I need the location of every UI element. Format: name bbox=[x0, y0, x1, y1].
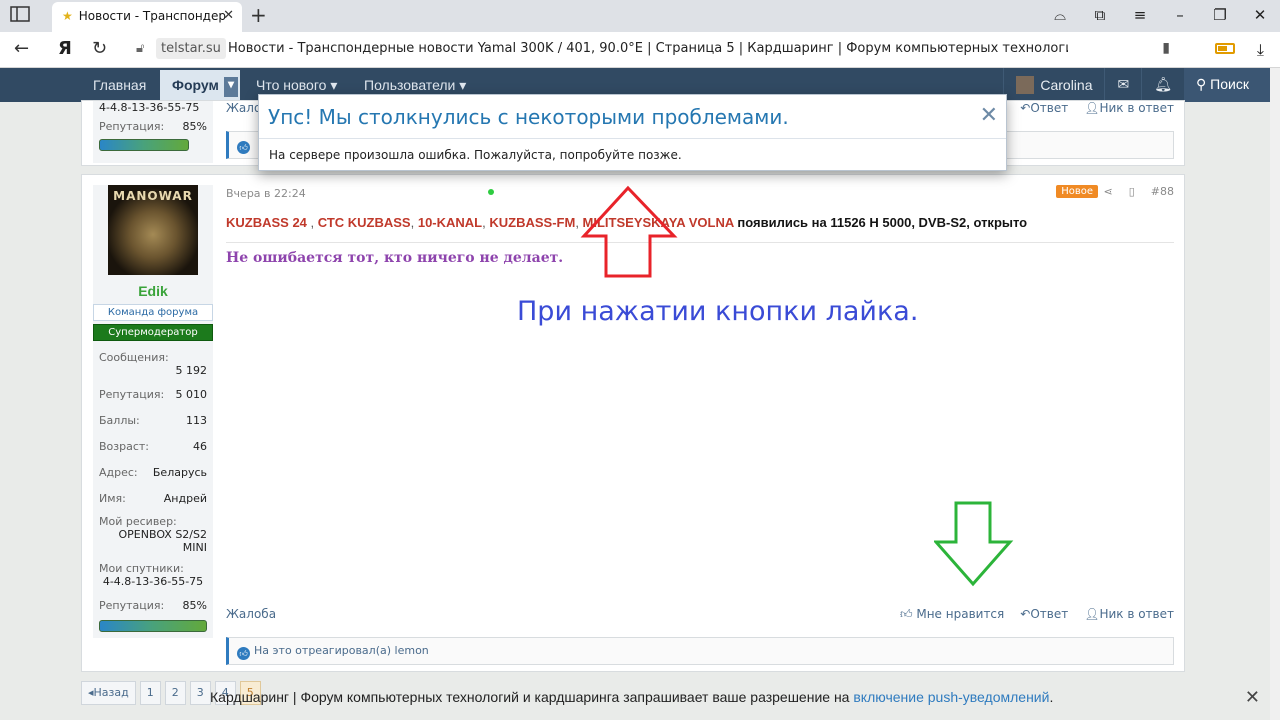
star-favicon-icon: ★ bbox=[62, 9, 73, 23]
close-window-icon[interactable]: ✕ bbox=[1240, 0, 1280, 32]
report-link[interactable]: Жалоба bbox=[226, 607, 276, 621]
user-sidebar-prev: 4-4.8-13-36-55-75 Репутация: 85% bbox=[93, 101, 213, 163]
dialog-title: Упс! Мы столкнулись с некоторыми проблем… bbox=[259, 95, 1006, 139]
channel-link[interactable]: СТС KUZBASS bbox=[318, 215, 411, 230]
channel-link[interactable]: 10-KANAL bbox=[418, 215, 482, 230]
role-badge: Супермодератор bbox=[93, 324, 213, 341]
reply-link[interactable]: ↶Ответ bbox=[1020, 101, 1068, 115]
thumbs-up-icon: 👍︎ bbox=[899, 607, 913, 621]
yandex-logo-icon[interactable]: Я bbox=[58, 38, 72, 59]
search-button[interactable]: ⚲ Поиск bbox=[1184, 68, 1270, 102]
account-link[interactable]: Carolina bbox=[1003, 68, 1104, 102]
stat-points: Баллы: 113 bbox=[99, 413, 207, 427]
nick-reply-link[interactable]: 👤︎Ник в ответ bbox=[1084, 101, 1174, 115]
download-icon[interactable]: ⤓ bbox=[1257, 40, 1264, 60]
reload-icon[interactable]: ↻ bbox=[92, 38, 107, 59]
bookmark-icon[interactable]: ▮ bbox=[1162, 40, 1170, 56]
bookmark-post-icon[interactable]: ▯ bbox=[1129, 185, 1135, 198]
new-badge: Новое bbox=[1056, 185, 1098, 198]
reply-icon: ↶ bbox=[1020, 101, 1031, 115]
new-tab-icon[interactable]: + bbox=[250, 3, 267, 27]
error-dialog: Упс! Мы столкнулись с некоторыми проблем… bbox=[258, 94, 1007, 171]
lock-icon[interactable]: 🔓︎ bbox=[136, 41, 144, 56]
stat-age: Возраст: 46 bbox=[99, 439, 207, 453]
title-text: появились на 11526 H 5000, DVB-S2, откры… bbox=[737, 215, 1028, 230]
avatar bbox=[1016, 76, 1035, 94]
stat-messages: Сообщения: 5 192 bbox=[99, 351, 207, 377]
reputation-bar bbox=[99, 139, 189, 151]
menu-icon[interactable]: ≡ bbox=[1120, 0, 1160, 32]
annotation-text: При нажатии кнопки лайка. bbox=[517, 296, 919, 327]
reply-icon: ↶ bbox=[1020, 607, 1031, 621]
like-reaction-icon: 👍︎ bbox=[237, 141, 250, 154]
nick-reply-link[interactable]: 👤︎Ник в ответ bbox=[1084, 607, 1174, 622]
divider bbox=[226, 242, 1174, 243]
dialog-message: На сервере произошла ошибка. Пожалуйста,… bbox=[269, 148, 682, 162]
post-number[interactable]: #88 bbox=[1151, 185, 1174, 198]
rep-label: Репутация: bbox=[99, 119, 165, 133]
push-text: Кардшаринг | Форум компьютерных технолог… bbox=[210, 689, 850, 705]
close-dialog-icon[interactable]: ✕ bbox=[980, 103, 998, 128]
inbox-icon[interactable]: ✉ bbox=[1104, 68, 1141, 102]
minimize-icon[interactable]: – bbox=[1160, 0, 1200, 32]
user-icon: 👤︎ bbox=[1084, 101, 1100, 115]
restore-icon[interactable]: ❐ bbox=[1200, 0, 1240, 32]
search-icon: ⚲ bbox=[1196, 76, 1207, 92]
green-arrow-down-icon bbox=[934, 501, 1014, 587]
channel-link[interactable]: KUZBASS 24 bbox=[226, 215, 307, 230]
reaction-bar: 👍︎ На это отреагировал(а) lemon bbox=[226, 637, 1174, 665]
nav-users[interactable]: Пользователи ▾ bbox=[364, 77, 466, 94]
account-nav: Carolina ✉ 🔔︎ bbox=[1003, 68, 1184, 102]
avatar[interactable]: MANOWAR bbox=[108, 185, 198, 275]
avatar-logo: MANOWAR bbox=[113, 189, 193, 203]
share-icon[interactable]: ⋖ bbox=[1104, 185, 1113, 198]
sidebar-toggle-icon[interactable] bbox=[10, 6, 34, 26]
nav-home[interactable]: Главная bbox=[93, 77, 146, 93]
rep-value: 85% bbox=[182, 119, 207, 133]
stat-receiver: Мой ресивер: OPENBOX S2/S2 MINI bbox=[99, 515, 207, 554]
close-tab-icon[interactable]: ✕ bbox=[223, 8, 234, 23]
alerts-bell-icon[interactable]: 🔔︎ bbox=[1141, 68, 1184, 102]
user-title: Команда форума bbox=[93, 304, 213, 321]
online-indicator bbox=[488, 189, 494, 195]
address-bar-actions: ⤓ bbox=[1214, 40, 1264, 60]
stat-reputation-pct: Репутация: 85% bbox=[99, 598, 207, 612]
reaction-text[interactable]: На это отреагировал(а) lemon bbox=[254, 644, 429, 657]
post-date[interactable]: Вчера в 22:24 bbox=[226, 187, 306, 200]
push-banner: Кардшаринг | Форум компьютерных технолог… bbox=[210, 687, 1260, 708]
tab-title: Новости - Транспондер bbox=[78, 9, 226, 23]
like-button[interactable]: 👍︎ Мне нравится bbox=[900, 607, 1004, 622]
back-icon[interactable]: ← bbox=[14, 38, 29, 59]
window-controls: ⌓ ⧉ ≡ – ❐ ✕ bbox=[1040, 0, 1280, 32]
post-meta-actions: ⋖ ▯ #88 bbox=[1104, 185, 1175, 198]
stat-satellites: Мои спутники: 4-4.8-13-36-55-75 bbox=[99, 562, 204, 588]
push-enable-link[interactable]: включение push-уведомлений bbox=[853, 689, 1049, 705]
close-push-icon[interactable]: ✕ bbox=[1245, 687, 1260, 708]
reader-glasses-icon[interactable]: ⌓ bbox=[1040, 0, 1080, 32]
nav-whats-new[interactable]: Что нового ▾ bbox=[256, 77, 337, 94]
user-sidebar: MANOWAR Edik Команда форума Супермодерат… bbox=[93, 185, 213, 638]
scrollbar[interactable] bbox=[1270, 68, 1280, 720]
post-body: Вчера в 22:24 Новое ⋖ ▯ #88 KUZBASS 24 ,… bbox=[226, 175, 1174, 671]
signature-quote: Не ошибается тот, кто ничего не делает. bbox=[226, 250, 564, 266]
channel-link[interactable]: KUZBASS-FM bbox=[489, 215, 575, 230]
reply-link[interactable]: ↶Ответ bbox=[1020, 607, 1068, 622]
reputation-bar bbox=[99, 620, 207, 632]
username[interactable]: Edik bbox=[93, 283, 213, 299]
url-domain: telstar.su bbox=[156, 38, 226, 59]
url-field[interactable]: 🔓︎ telstar.su Новости - Транспондерные н… bbox=[130, 37, 1180, 63]
browser-tab[interactable]: ★ Новости - Транспондер ✕ bbox=[52, 2, 242, 32]
stat-reputation: Репутация: 5 010 bbox=[99, 387, 207, 401]
url-page-title: Новости - Транспондерные новости Yamal 3… bbox=[228, 41, 1068, 56]
like-reaction-icon: 👍︎ bbox=[237, 647, 250, 660]
battery-icon[interactable] bbox=[1214, 43, 1235, 54]
bookmarks-icon[interactable]: ⧉ bbox=[1080, 0, 1120, 32]
tab-bar: ★ Новости - Транспондер ✕ + ⌓ ⧉ ≡ – ❐ ✕ bbox=[0, 0, 1280, 32]
stat-name: Имя: Андрей bbox=[99, 491, 207, 505]
user-icon: 👤︎ bbox=[1084, 607, 1100, 621]
nav-forum[interactable]: Форум bbox=[160, 70, 240, 102]
address-bar: ← Я ↻ 🔓︎ telstar.su Новости - Транспонде… bbox=[0, 32, 1280, 68]
stat-location: Адрес: Беларусь bbox=[99, 465, 207, 479]
red-arrow-up-icon bbox=[580, 185, 678, 278]
